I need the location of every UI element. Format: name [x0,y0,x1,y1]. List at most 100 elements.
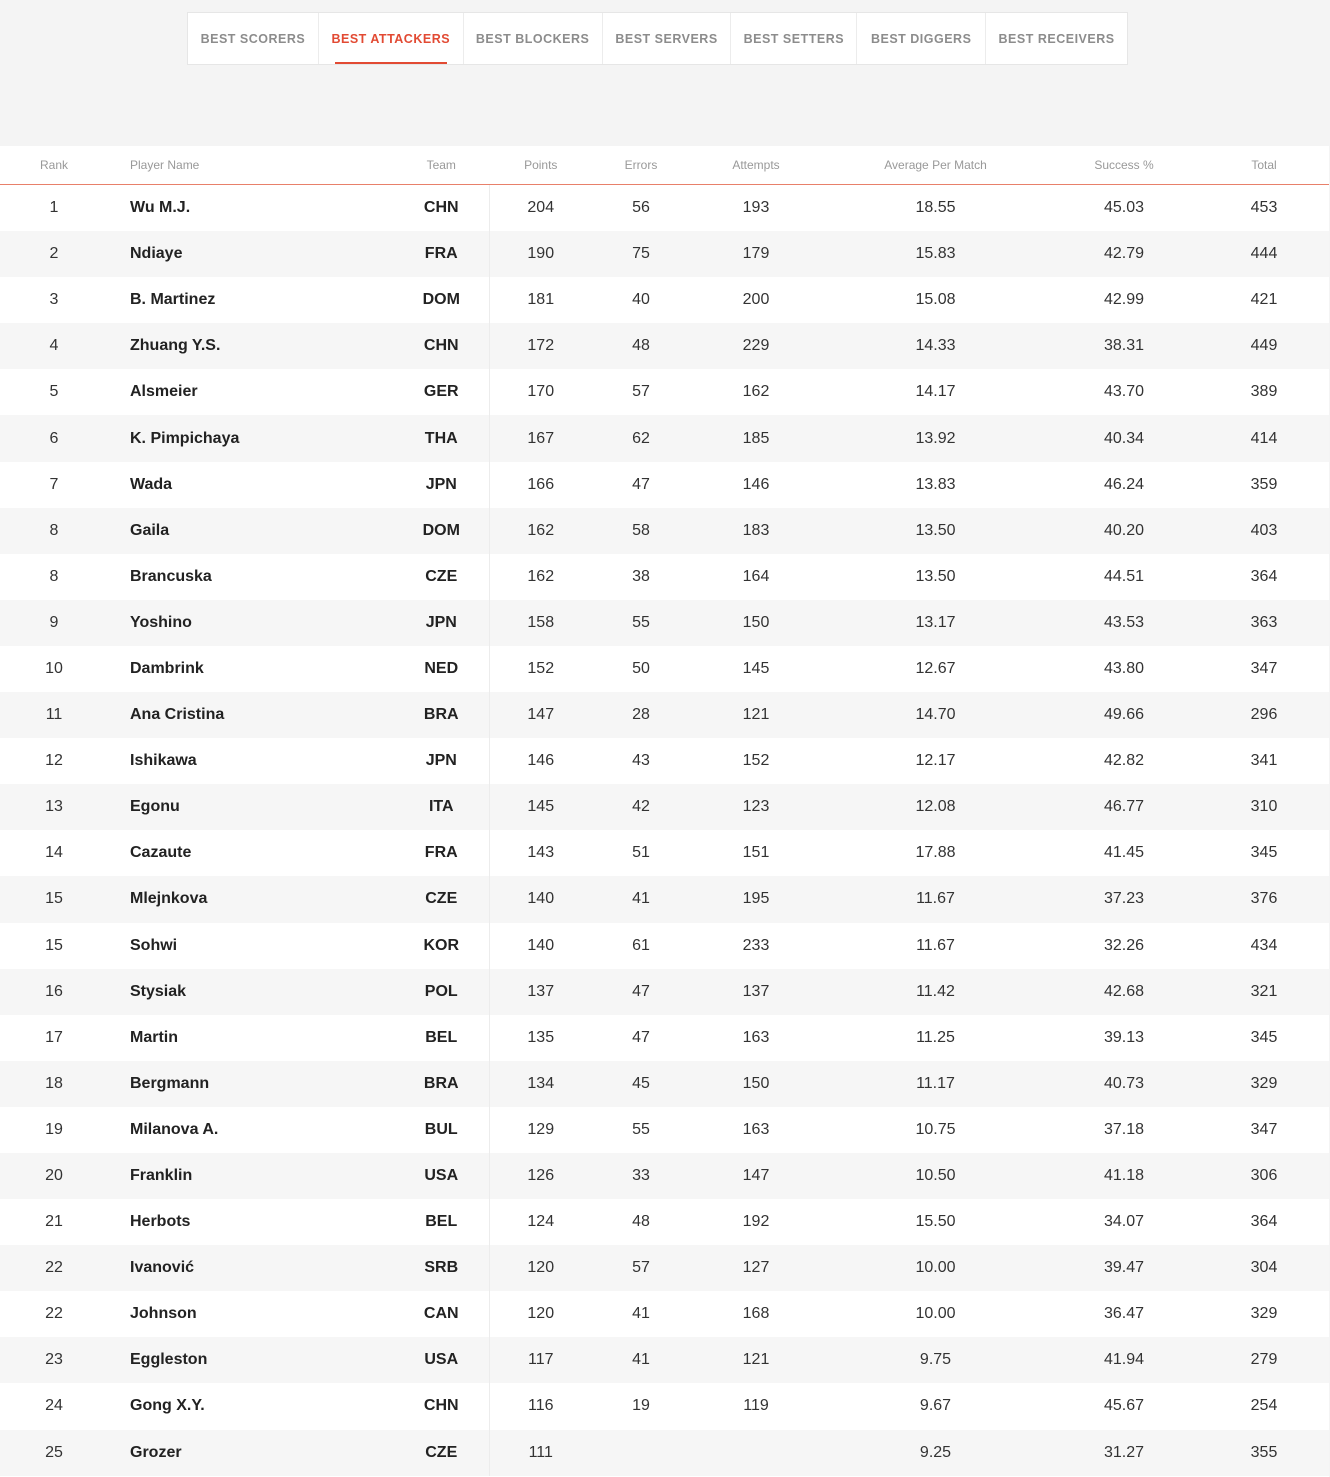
cell-attempts: 152 [742,752,770,770]
table-row[interactable]: 6 K. Pimpichaya THA 167 62 185 13.92 40.34 414 [0,415,1329,462]
cell-player-name[interactable]: Gaila [108,507,394,554]
table-row[interactable]: 22 Ivanović SRB 120 57 127 10.00 39.47 304 [0,1245,1329,1292]
cell-success: 38.31 [1049,323,1199,370]
table-row[interactable]: 15 Mlejnkova CZE 140 41 195 11.67 37.23 376 [0,876,1329,923]
cell-player-name[interactable]: Stysiak [108,968,394,1015]
cell-points: 204 [527,199,555,217]
table-row[interactable]: 10 Dambrink NED 152 50 145 12.67 43.80 347 [0,645,1329,693]
table-row[interactable]: 9 Yoshino JPN 158 55 150 13.17 43.53 363 [0,599,1329,646]
table-row[interactable]: 21 Herbots BEL 124 48 192 15.50 34.07 364 [0,1199,1329,1246]
cell-points: 190 [489,231,592,278]
tab-best-receivers[interactable]: BEST RECEIVERS [986,13,1127,64]
cell-player-name[interactable]: Brancuska [108,554,394,600]
cell-team: POL [394,968,490,1015]
table-row[interactable]: 4 Zhuang Y.S. CHN 172 48 229 14.33 38.31 449 [0,323,1329,370]
cell-player-name[interactable]: Milanova A. [108,1107,394,1153]
cell-player-name[interactable]: Eggleston [108,1337,394,1384]
cell-team: GER [394,369,490,416]
table-row[interactable]: 17 Martin BEL 135 47 163 11.25 39.13 345 [0,1014,1329,1061]
cell-errors: 43 [632,752,650,770]
cell-player-name[interactable]: Zhuang Y.S. [108,323,394,370]
cell-player-name[interactable]: Franklin [108,1152,394,1200]
cell-points: 146 [527,752,555,770]
cell-player-name[interactable]: Bergmann [108,1060,394,1107]
tab-best-scorers[interactable]: BEST SCORERS [188,13,319,64]
cell-average-per-match: 11.17 [822,1060,1049,1107]
table-row[interactable]: 16 Stysiak POL 137 47 137 11.42 42.68 321 [0,968,1329,1015]
cell-points: 126 [489,1152,592,1200]
table-row[interactable]: 25 Grozer CZE 111 9.25 31.27 355 [0,1429,1329,1476]
tab-best-blockers[interactable]: BEST BLOCKERS [464,13,603,64]
table-row[interactable]: 22 Johnson CAN 120 41 168 10.00 36.47 329 [0,1291,1329,1338]
cell-points: 140 [527,936,555,954]
cell-player-name[interactable]: Mlejnkova [108,876,394,923]
table-row[interactable]: 19 Milanova A. BUL 129 55 163 10.75 37.18 347 [0,1106,1329,1153]
table-row[interactable]: 2 Ndiaye FRA 190 75 179 15.83 42.79 444 [0,231,1329,278]
cell-total: 355 [1199,1429,1329,1476]
cell-player-name[interactable]: Johnson [108,1291,394,1337]
tab-label: BEST SCORERS [200,31,306,46]
tab-best-setters[interactable]: BEST SETTERS [731,13,858,64]
table-row[interactable]: 8 Brancuska CZE 162 38 164 13.50 44.51 364 [0,553,1329,600]
cell-player-name[interactable]: Dambrink [108,646,394,692]
cell-total: 254 [1250,1397,1278,1415]
cell-attempts: 150 [690,599,822,646]
cell-points: 116 [527,1397,554,1415]
cell-rank: 13 [0,784,108,831]
cell-player-name[interactable]: Alsmeier [108,369,394,415]
cell-success: 42.79 [1049,231,1199,278]
cell-player-name[interactable]: Sohwi [108,923,394,969]
tab-best-diggers[interactable]: BEST DIGGERS [857,13,987,64]
cell-player-name[interactable]: Herbots [108,1199,394,1245]
tab-best-attackers[interactable]: BEST ATTACKERS [319,13,464,64]
cell-total: 329 [1199,1060,1329,1107]
table-row[interactable]: 11 Ana Cristina BRA 147 28 121 14.70 49.66 296 [0,692,1329,739]
cell-player-name[interactable]: Ishikawa [108,738,394,784]
table-row[interactable]: 23 Eggleston USA 117 41 121 9.75 41.94 279 [0,1337,1329,1384]
cell-total: 434 [1250,936,1278,954]
cell-total: 364 [1250,567,1278,585]
cell-rank: 21 [45,1213,63,1231]
table-row[interactable]: 20 Franklin USA 126 33 147 10.50 41.18 306 [0,1152,1329,1200]
cell-team: DOM [394,277,490,324]
cell-player-name[interactable]: Grozer [108,1429,394,1476]
table-row[interactable]: 12 Ishikawa JPN 146 43 152 12.17 42.82 341 [0,738,1329,785]
cell-player-name[interactable]: Yoshino [108,599,394,646]
cell-team: USA [394,1152,490,1200]
cell-errors: 40 [632,291,650,309]
tab-label: BEST SETTERS [743,31,845,46]
table-row[interactable]: 3 B. Martinez DOM 181 40 200 15.08 42.99 421 [0,277,1329,324]
table-row[interactable]: 8 Gaila DOM 162 58 183 13.50 40.20 403 [0,507,1329,554]
cell-success: 41.18 [1049,1152,1199,1200]
cell-average-per-match: 9.25 [822,1429,1049,1476]
cell-errors: 51 [632,844,650,862]
cell-player-name[interactable]: Wu M.J. [108,185,394,232]
table-row[interactable]: 13 Egonu ITA 145 42 123 12.08 46.77 310 [0,784,1329,831]
cell-average-per-match: 11.25 [916,1028,955,1046]
cell-player-name[interactable]: Wada [108,462,394,508]
cell-team: NED [394,645,490,693]
cell-player-name[interactable]: Ivanović [108,1245,394,1292]
cell-success: 42.68 [1049,968,1199,1015]
cell-success: 43.53 [1049,599,1199,646]
cell-player-name[interactable]: Egonu [108,784,394,831]
table-row[interactable]: 1 Wu M.J. CHN 204 56 193 18.55 45.03 453 [0,184,1329,232]
table-row[interactable]: 18 Bergmann BRA 134 45 150 11.17 40.73 329 [0,1060,1329,1107]
table-row[interactable]: 14 Cazaute FRA 143 51 151 17.88 41.45 345 [0,830,1329,877]
header-average-per-match: Average Per Match [822,146,1049,185]
table-row[interactable]: 24 Gong X.Y. CHN 116 19 119 9.67 45.67 254 [0,1383,1329,1430]
cell-player-name[interactable]: Ana Cristina [108,692,394,739]
cell-player-name[interactable]: Martin [108,1015,394,1061]
cell-player-name[interactable]: K. Pimpichaya [108,415,394,462]
tab-best-servers[interactable]: BEST SERVERS [603,13,732,64]
cell-player-name[interactable]: Cazaute [108,830,394,876]
cell-average-per-match: 10.75 [915,1120,956,1138]
table-row[interactable]: 7 Wada JPN 166 47 146 13.83 46.24 359 [0,461,1329,508]
table-row[interactable]: 5 Alsmeier GER 170 57 162 14.17 43.70 389 [0,369,1329,416]
cell-rank: 17 [45,1028,63,1046]
cell-team: BEL [394,1199,490,1246]
cell-player-name[interactable]: B. Martinez [108,277,394,323]
cell-player-name[interactable]: Gong X.Y. [108,1383,394,1429]
cell-player-name[interactable]: Ndiaye [108,231,394,278]
table-row[interactable]: 15 Sohwi KOR 140 61 233 11.67 32.26 434 [0,922,1329,969]
